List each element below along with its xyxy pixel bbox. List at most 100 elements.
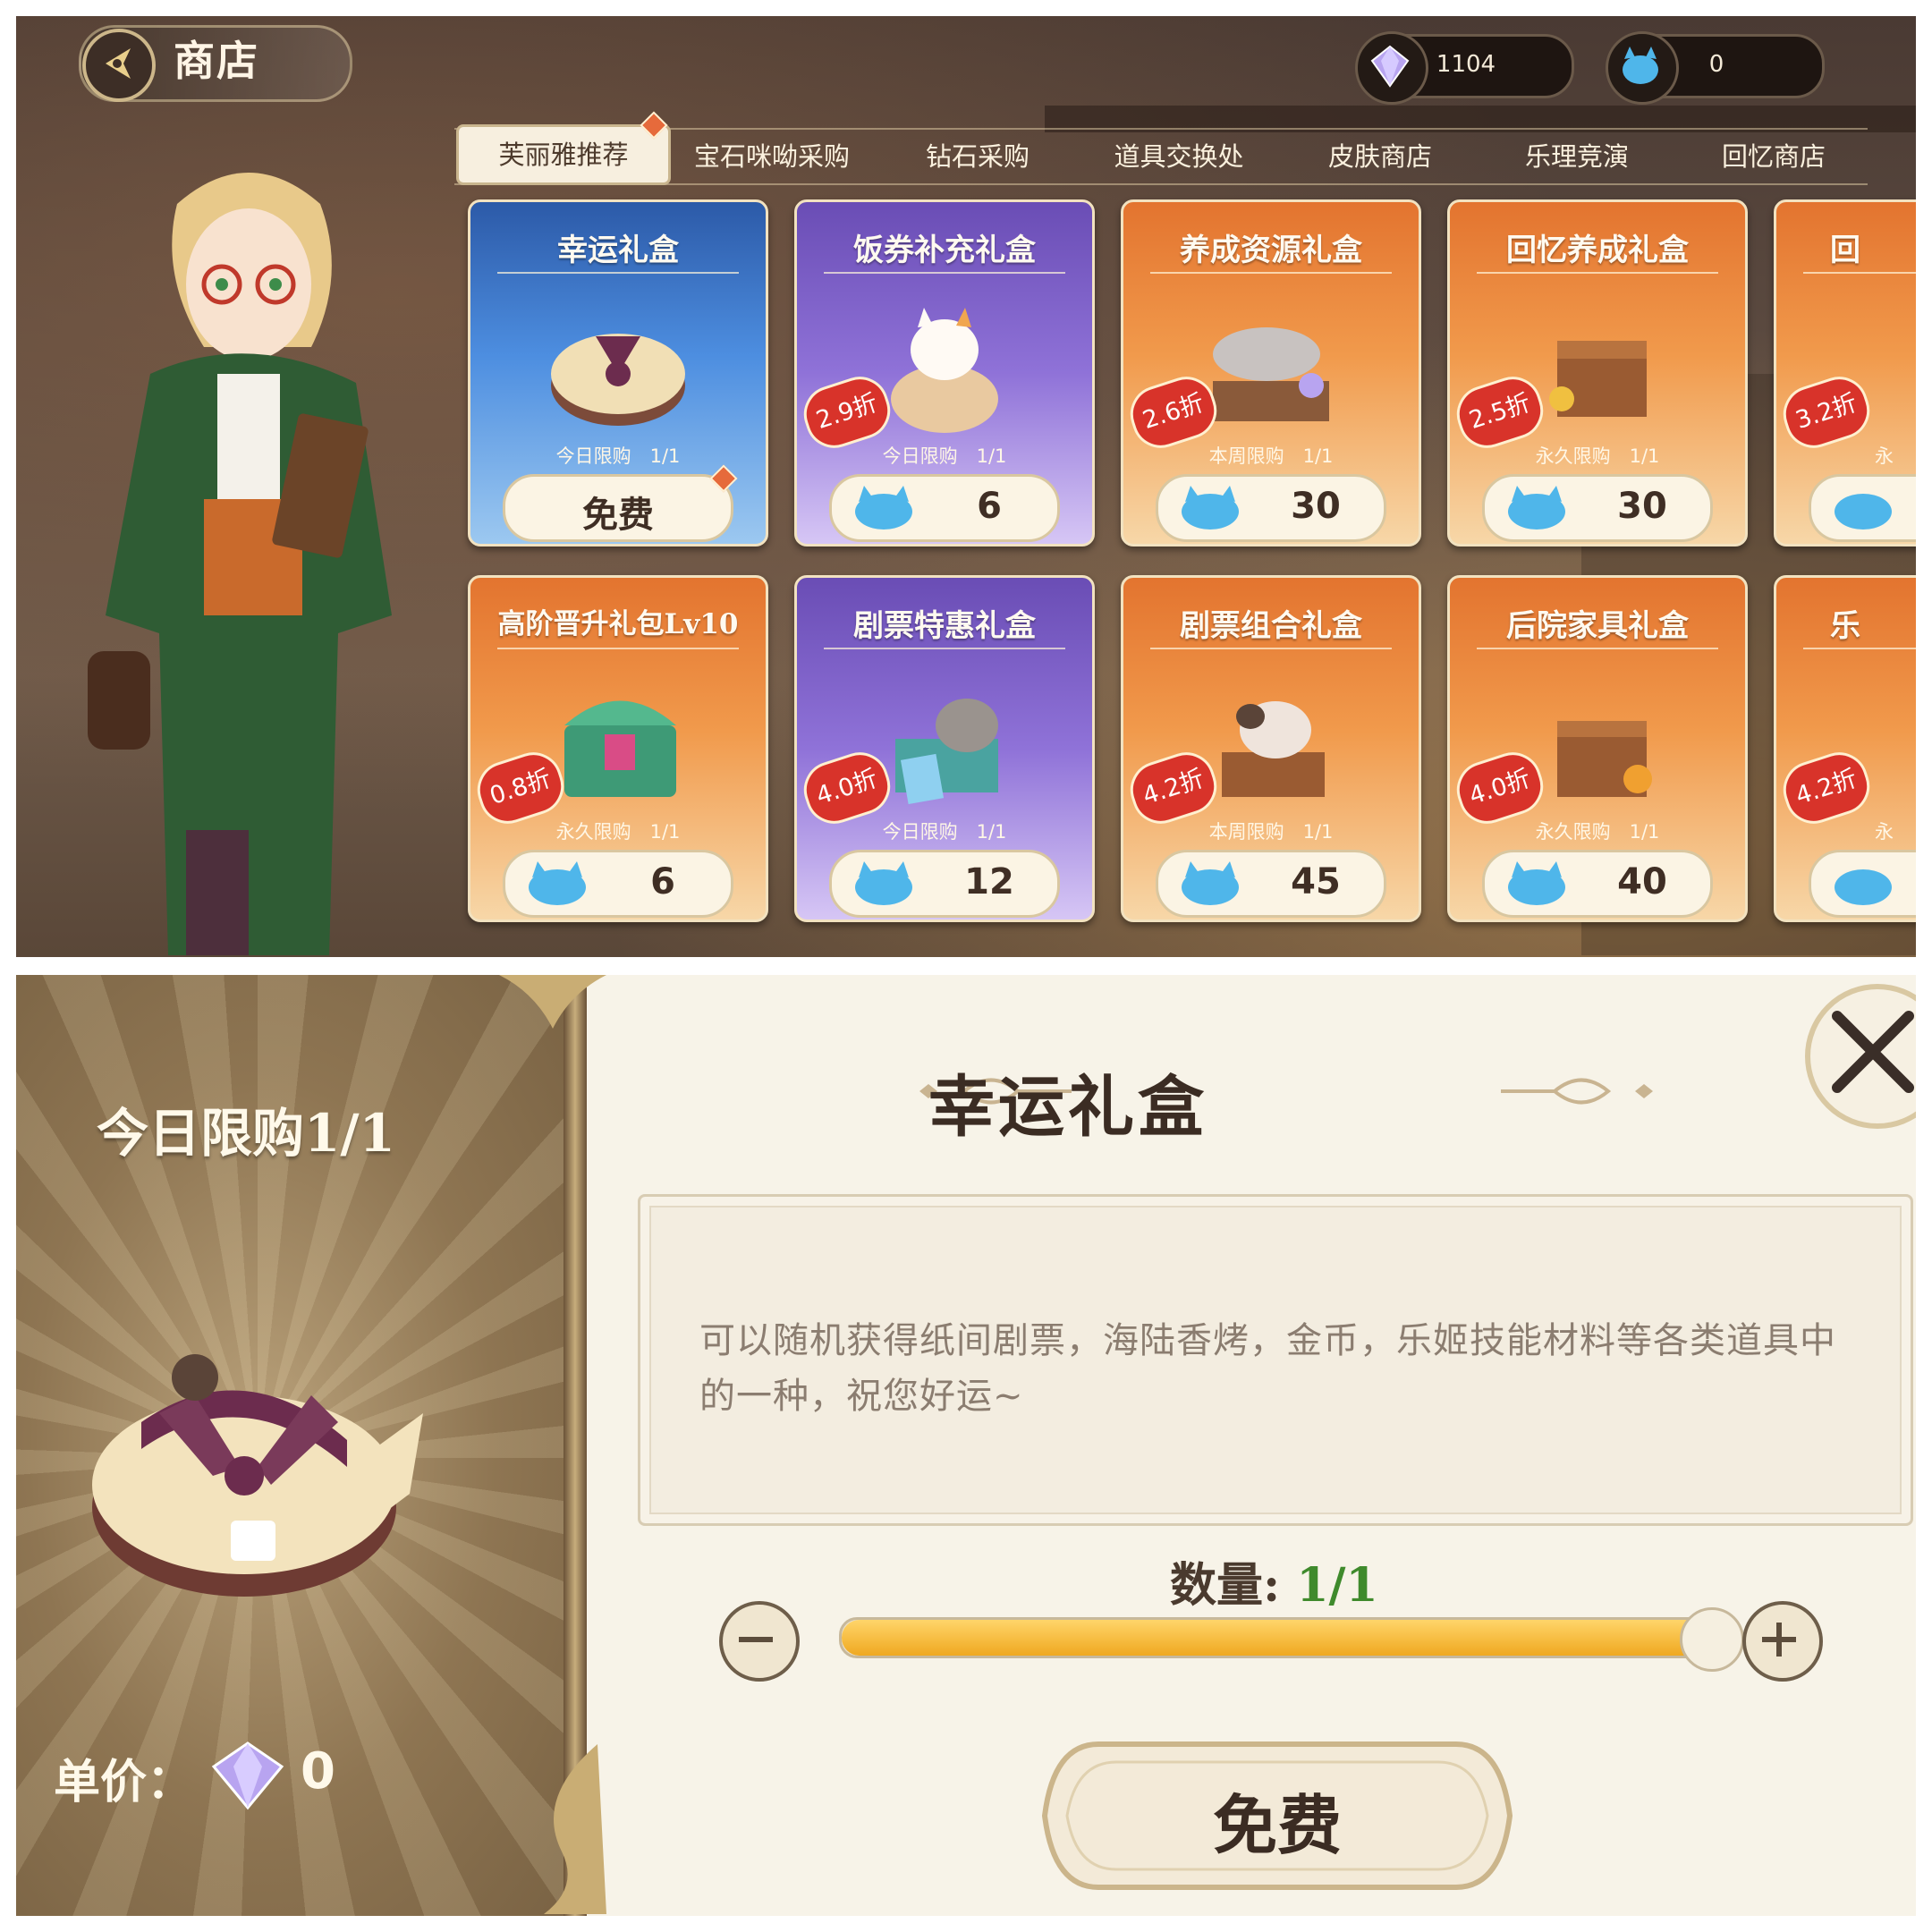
price-label: 45 — [1291, 861, 1341, 902]
title-ornament-right-icon — [1501, 1078, 1653, 1105]
buy-button[interactable]: 40 — [1482, 850, 1713, 918]
card-title: 后院家具礼盒 — [1506, 608, 1689, 644]
price-label: 6 — [650, 861, 675, 902]
cat-coin-count: 0 — [1708, 51, 1724, 78]
buy-button[interactable] — [1809, 850, 1916, 918]
item-description: 可以随机获得纸间剧票，海陆香烤，金币，乐姬技能材料等各类道具中的一种，祝您好运~ — [699, 1320, 1836, 1417]
quantity-value: 1/1 — [1296, 1558, 1378, 1613]
purchase-limit: 本周限购 1/1 — [1208, 445, 1334, 467]
price-label: 40 — [1617, 861, 1667, 902]
quantity-slider-fill — [842, 1620, 1715, 1656]
shop-card[interactable]: 剧票组合礼盒 4.2折 本周限购 1/1 45 — [1121, 575, 1421, 922]
card-divider — [1477, 648, 1718, 649]
furniture-crate-icon — [1557, 721, 1652, 797]
cat-ticket-box-icon — [895, 699, 998, 805]
shopkeeper-character — [88, 173, 392, 955]
cat-coin-icon — [1835, 494, 1892, 530]
price-label: 免费 — [582, 495, 654, 536]
cat-coin-icon — [1182, 861, 1239, 905]
description-box: 可以随机获得纸间剧票，海陆香烤，金币，乐姬技能材料等各类道具中的一种，祝您好运~ — [638, 1194, 1913, 1526]
plus-button[interactable] — [1742, 1601, 1823, 1682]
card-divider — [824, 648, 1065, 649]
price-label: 6 — [977, 486, 1002, 527]
card-divider — [1150, 648, 1392, 649]
quantity-slider-thumb[interactable] — [1680, 1607, 1744, 1672]
ornament-corner-icon — [499, 975, 606, 1029]
purchase-limit: 永久限购 1/1 — [1535, 445, 1660, 467]
cat-coin-currency[interactable]: 0 — [1606, 31, 1825, 105]
quantity-slider[interactable] — [839, 1607, 1744, 1672]
buy-button[interactable]: 免费 — [503, 474, 733, 542]
card-divider — [497, 272, 739, 274]
purchase-limit: 永 — [1875, 445, 1894, 467]
card-title: 回 — [1830, 233, 1860, 268]
price-label: 30 — [1291, 486, 1341, 527]
cat-coin-icon — [529, 861, 586, 905]
buy-button[interactable] — [1809, 474, 1916, 542]
buy-button[interactable]: 30 — [1156, 474, 1386, 542]
purchase-limit: 今日限购 1/1 — [555, 445, 681, 467]
close-button[interactable] — [1805, 984, 1916, 1129]
page-title: 商店 — [174, 37, 259, 85]
purchase-limit: 今日限购 1/1 — [882, 821, 1007, 843]
tab-gem-purchase[interactable]: 宝石咪呦采购 — [674, 130, 870, 183]
tab-skin-shop[interactable]: 皮肤商店 — [1291, 130, 1470, 183]
buy-button[interactable]: 6 — [829, 474, 1060, 542]
gem-count: 1104 — [1436, 51, 1496, 78]
tab-music-contest[interactable]: 乐理竞演 — [1487, 130, 1666, 183]
tab-recommend[interactable]: 芙丽雅推荐 — [456, 124, 671, 185]
cat-coin-icon — [1182, 486, 1239, 530]
shop-tabs: 芙丽雅推荐 宝石咪呦采购 钻石采购 道具交换处 皮肤商店 乐理竞演 回忆商店 — [454, 111, 1868, 185]
tab-memory-shop[interactable]: 回忆商店 — [1684, 130, 1863, 183]
gem-currency[interactable]: 1104 — [1355, 31, 1574, 105]
gift-crate-icon — [1549, 341, 1647, 417]
shop-card[interactable]: 高阶晋升礼包Lv10 0.8折 永久限购 1/1 6 — [468, 575, 768, 922]
gem-icon — [211, 1741, 284, 1810]
shop-card[interactable]: 后院家具礼盒 4.0折 永久限购 1/1 40 — [1447, 575, 1748, 922]
price-label: 12 — [964, 861, 1014, 902]
ornament-corner-icon — [544, 1744, 606, 1914]
card-title: 回忆养成礼盒 — [1506, 233, 1689, 268]
card-title: 饭券补充礼盒 — [853, 233, 1036, 268]
unit-price-value: 0 — [301, 1742, 335, 1801]
shop-card[interactable]: 幸运礼盒 今日限购 1/1 免费 — [468, 199, 768, 547]
purchase-limit: 今日限购1/1 — [97, 1103, 395, 1164]
card-divider — [1150, 272, 1392, 274]
buy-button[interactable]: 6 — [503, 850, 733, 918]
shop-screen: 商店 1104 0 芙丽雅推荐 宝石咪呦采购 钻石采购 道具交换处 皮肤商店 乐… — [16, 16, 1916, 957]
purchase-limit: 永 — [1875, 821, 1894, 843]
shop-card[interactable]: 饭券补充礼盒 2.9折 今日限购 1/1 6 — [794, 199, 1095, 547]
buy-button-label: 免费 — [1212, 1787, 1342, 1863]
item-preview-panel: 今日限购1/1 单价： 0 — [16, 975, 564, 1916]
minus-button[interactable] — [719, 1601, 800, 1682]
card-divider — [1803, 272, 1916, 274]
shop-card[interactable]: 回忆养成礼盒 2.5折 永久限购 1/1 30 — [1447, 199, 1748, 547]
gift-box-icon — [92, 1354, 423, 1597]
treasure-chest-icon — [564, 700, 676, 797]
card-title: 高阶晋升礼包Lv10 — [497, 608, 739, 640]
card-title: 乐 — [1830, 608, 1860, 644]
cat-coin-icon — [855, 486, 912, 530]
card-title: 剧票特惠礼盒 — [853, 608, 1036, 644]
purchase-limit: 永久限购 1/1 — [555, 821, 681, 843]
buy-button[interactable]: 45 — [1156, 850, 1386, 918]
cat-coin-icon — [1508, 861, 1565, 905]
purchase-limit: 今日限购 1/1 — [882, 445, 1007, 467]
buy-free-button[interactable]: 免费 — [1036, 1735, 1519, 1896]
tab-item-exchange[interactable]: 道具交换处 — [1085, 130, 1273, 183]
purchase-limit: 永久限购 1/1 — [1535, 821, 1660, 843]
quantity-label-text: 数量: — [1170, 1558, 1281, 1613]
shop-card[interactable]: 回 3.2折 永 — [1774, 199, 1916, 547]
buy-button[interactable]: 30 — [1482, 474, 1713, 542]
shop-card[interactable]: 养成资源礼盒 2.6折 本周限购 1/1 30 — [1121, 199, 1421, 547]
buy-button[interactable]: 12 — [829, 850, 1060, 918]
cat-ticket-crate-icon — [1222, 701, 1325, 797]
shop-card[interactable]: 剧票特惠礼盒 4.0折 今日限购 1/1 12 — [794, 575, 1095, 922]
dialog-title: 幸运礼盒 — [928, 1069, 1208, 1146]
tab-diamond-purchase[interactable]: 钻石采购 — [888, 130, 1067, 183]
price-label: 30 — [1617, 486, 1667, 527]
back-arrow-icon[interactable] — [82, 29, 156, 102]
close-icon — [1832, 1011, 1914, 1093]
shop-card[interactable]: 乐 4.2折 永 — [1774, 575, 1916, 922]
card-title: 剧票组合礼盒 — [1180, 608, 1362, 644]
